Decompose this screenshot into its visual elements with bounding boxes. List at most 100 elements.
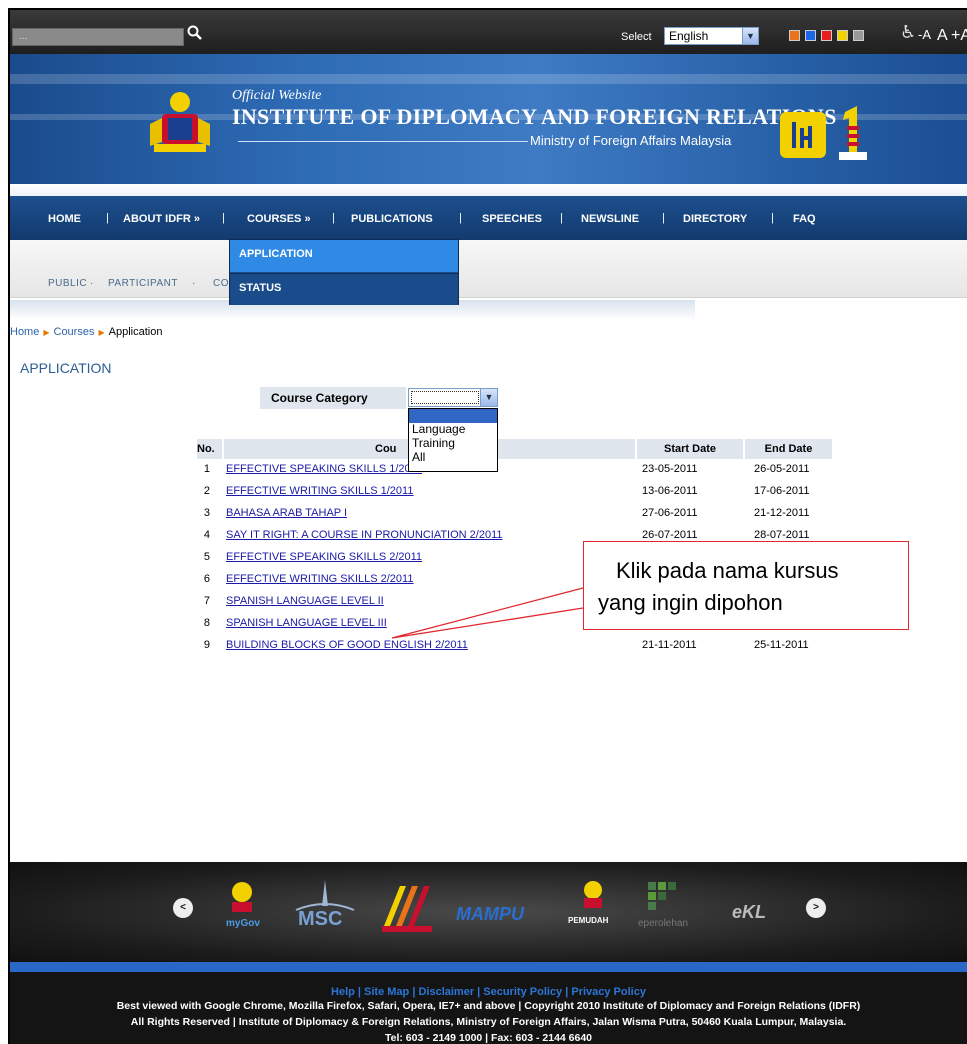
end-date: 28-07-2011 (754, 529, 810, 541)
start-date: 23-05-2011 (642, 463, 698, 475)
subnav-separator: · (192, 278, 196, 289)
accessibility-icon[interactable]: ♿ (900, 22, 916, 43)
site-banner: Official Website INSTITUTE OF DIPLOMACY … (10, 54, 967, 184)
breadcrumb-home[interactable]: Home (10, 326, 39, 338)
row-number: 1 (203, 463, 210, 475)
end-date: 26-05-2011 (754, 463, 810, 475)
start-date: 27-06-2011 (642, 507, 698, 519)
nav-speeches[interactable]: SPEECHES (482, 213, 542, 225)
carousel-prev-button[interactable]: < (173, 898, 193, 918)
theme-gray-button[interactable] (853, 30, 864, 41)
eperolehan-logo[interactable]: eperolehan (638, 876, 698, 936)
idfr-logo-mark (792, 122, 812, 148)
row-number: 7 (203, 595, 210, 607)
header-end-date: End Date (745, 439, 832, 459)
chevron-down-icon[interactable]: ▼ (742, 28, 758, 44)
course-link[interactable]: SPANISH LANGUAGE LEVEL II (226, 595, 384, 607)
end-date: 25-11-2011 (754, 639, 809, 651)
row-number: 9 (203, 639, 210, 651)
breadcrumb-arrow-icon: ▶ (43, 328, 50, 337)
language-select[interactable]: English ▼ (664, 27, 759, 45)
ekl-logo[interactable]: eKL (726, 876, 786, 936)
nav-home[interactable]: HOME (48, 213, 81, 225)
language-label: Select (621, 31, 652, 43)
course-category-select[interactable]: ▼ (408, 388, 498, 407)
category-option-training[interactable]: Training (409, 437, 497, 451)
theme-yellow-button[interactable] (837, 30, 848, 41)
msc-logo[interactable]: MSC (292, 876, 358, 936)
footer-browser-note: Best viewed with Google Chrome, Mozilla … (116, 1000, 861, 1012)
nav-faq[interactable]: FAQ (793, 213, 816, 225)
site-title: INSTITUTE OF DIPLOMACY AND FOREIGN RELAT… (232, 104, 837, 129)
banner-stripe (10, 74, 967, 84)
sub-nav: PUBLIC · PARTICIPANT · CO (10, 240, 967, 298)
theme-blue-button[interactable] (805, 30, 816, 41)
subnav-public[interactable]: PUBLIC (48, 278, 87, 289)
search-input[interactable]: ... (12, 28, 184, 46)
site-footer: Help | Site Map | Disclaimer | Security … (10, 972, 967, 1044)
partner-logos-band: < myGov MSC MAMPU PEMUDAH eperolehan eKL… (10, 862, 967, 962)
malaysia-crest-icon (150, 92, 210, 152)
intan-logo[interactable] (378, 876, 436, 936)
course-link[interactable]: EFFECTIVE WRITING SKILLS 2/2011 (226, 573, 413, 585)
footer-contact: Tel: 603 - 2149 1000 | Fax: 603 - 2144 6… (384, 1032, 593, 1044)
course-category-label: Course Category (260, 387, 406, 409)
pemudah-logo[interactable]: PEMUDAH (568, 876, 618, 936)
course-link[interactable]: SAY IT RIGHT: A COURSE IN PRONUNCIATION … (226, 529, 503, 541)
nav-separator: | (222, 212, 225, 224)
subnav-partial-item[interactable]: CO (213, 278, 229, 289)
title-divider (238, 141, 528, 142)
nav-publications[interactable]: PUBLICATIONS (351, 213, 433, 225)
callout-line-2: yang ingin dipohon (598, 590, 783, 615)
header-no: No. (197, 439, 222, 459)
breadcrumb-courses[interactable]: Courses (54, 326, 95, 338)
row-number: 4 (203, 529, 210, 541)
nav-courses[interactable]: COURSES » (247, 213, 311, 225)
rss-icon[interactable] (789, 30, 800, 41)
course-link[interactable]: BAHASA ARAB TAHAP I (226, 507, 347, 519)
end-date: 17-06-2011 (754, 485, 810, 497)
course-link[interactable]: EFFECTIVE WRITING SKILLS 1/2011 (226, 485, 413, 497)
mygov-logo[interactable]: myGov (222, 876, 262, 936)
course-link[interactable]: SPANISH LANGUAGE LEVEL III (226, 617, 387, 629)
course-link[interactable]: BUILDING BLOCKS OF GOOD ENGLISH 2/2011 (226, 639, 468, 651)
subnav-separator: · (90, 278, 94, 289)
row-number: 3 (203, 507, 210, 519)
theme-red-button[interactable] (821, 30, 832, 41)
start-date: 13-06-2011 (642, 485, 698, 497)
subnav-participant[interactable]: PARTICIPANT (108, 278, 178, 289)
select-focus-ring (411, 391, 479, 404)
pemudah-crest-icon (584, 881, 602, 908)
mampu-logo[interactable]: MAMPU (456, 876, 546, 936)
row-number: 8 (203, 617, 210, 629)
font-decrease-button[interactable]: -A (918, 27, 931, 42)
courses-dropdown-menu: APPLICATION STATUS (229, 239, 459, 305)
course-link[interactable]: EFFECTIVE SPEAKING SKILLS 2/2011 (226, 551, 422, 563)
menu-item-status[interactable]: STATUS (230, 273, 458, 305)
nav-separator: | (560, 212, 563, 224)
mygov-label: myGov (226, 918, 260, 929)
nav-newsline[interactable]: NEWSLINE (581, 213, 639, 225)
menu-item-application[interactable]: APPLICATION (230, 240, 458, 272)
annotation-callout: Klik pada nama kursus yang ingin dipohon (583, 541, 909, 630)
breadcrumb-arrow-icon: ▶ (98, 328, 105, 337)
carousel-next-button[interactable]: > (806, 898, 826, 918)
footer-address: All Rights Reserved | Institute of Diplo… (130, 1016, 847, 1028)
search-icon[interactable] (186, 24, 204, 42)
top-bar: ... Select English ▼ ♿ -A A +A (10, 10, 967, 54)
breadcrumb-current: Application (108, 326, 163, 338)
category-option-all[interactable]: All (409, 451, 497, 465)
category-option-language[interactable]: Language (409, 423, 497, 437)
nav-separator: | (662, 212, 665, 224)
course-link[interactable]: EFFECTIVE SPEAKING SKILLS 1/2011 (226, 463, 422, 475)
font-normal-button[interactable]: A (937, 27, 948, 45)
category-option-blank[interactable] (409, 409, 497, 423)
font-increase-button[interactable]: +A (951, 27, 967, 45)
idfr-logo (780, 112, 826, 158)
footer-links[interactable]: Help | Site Map | Disclaimer | Security … (10, 986, 967, 998)
chevron-down-icon[interactable]: ▼ (480, 389, 497, 406)
nav-directory[interactable]: DIRECTORY (683, 213, 747, 225)
row-number: 6 (203, 573, 210, 585)
nav-about[interactable]: ABOUT IDFR » (123, 213, 200, 225)
nav-separator: | (332, 212, 335, 224)
